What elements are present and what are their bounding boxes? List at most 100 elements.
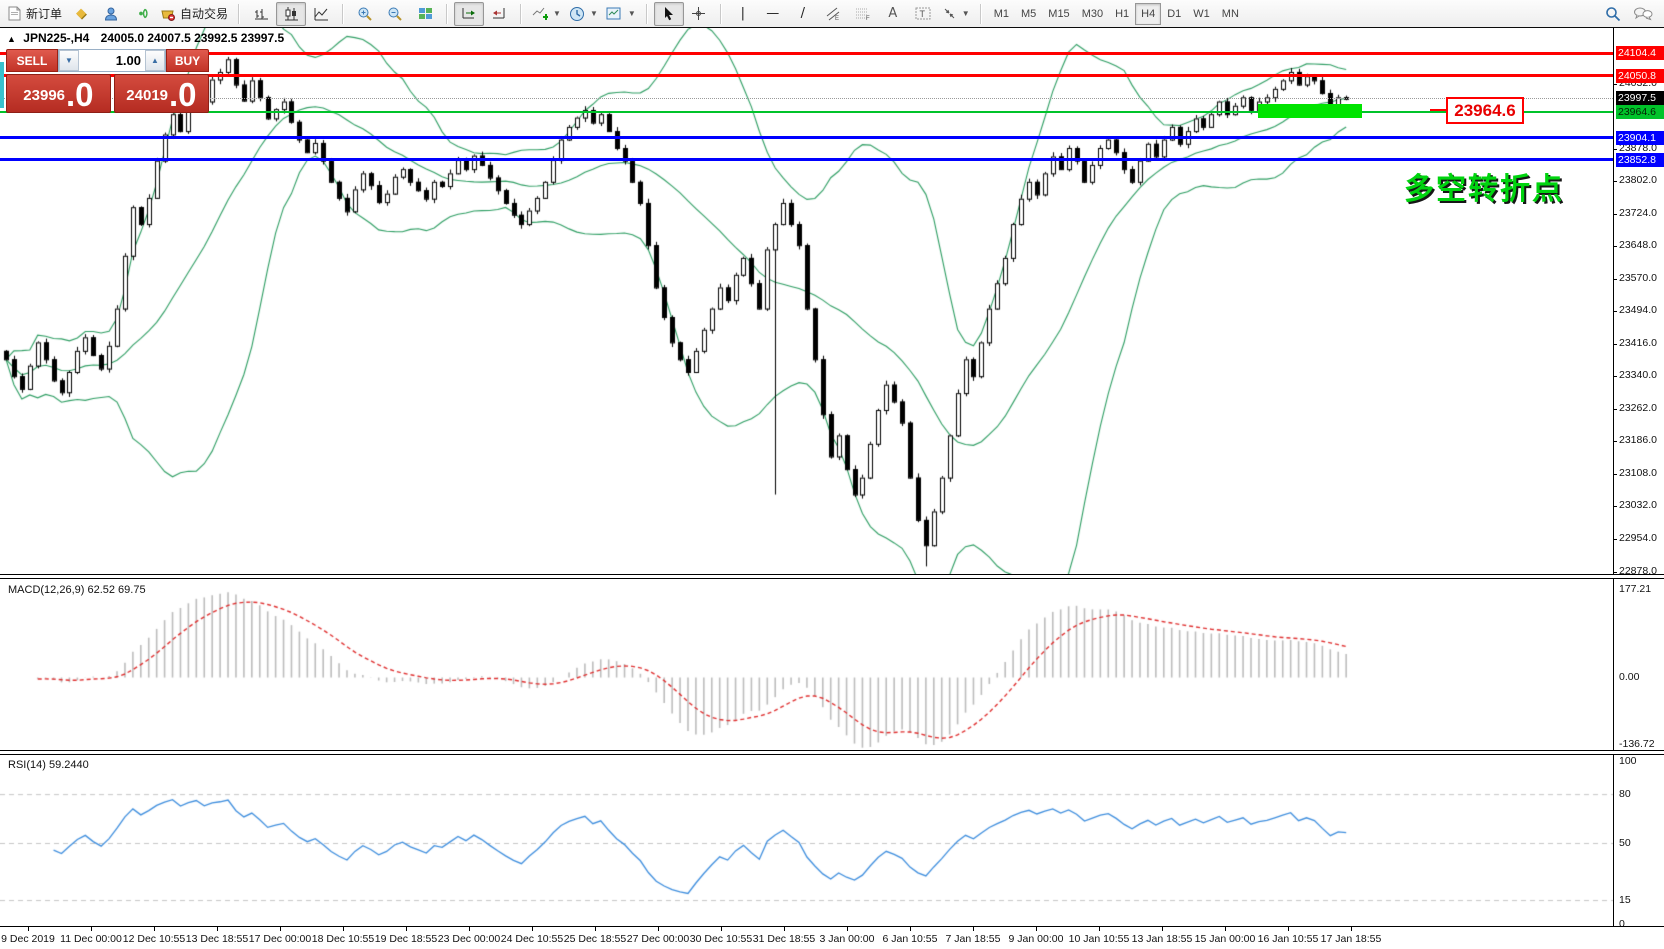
periods-button[interactable]: ▼ [565, 2, 602, 26]
clock-icon [569, 6, 585, 22]
chat-button[interactable] [1628, 2, 1658, 26]
price-axis-tick: 23570.0 [1619, 272, 1657, 284]
timeframe-mn[interactable]: MN [1216, 3, 1245, 25]
buy-button[interactable]: BUY [166, 49, 209, 72]
time-axis-label: 12 Dec 10:55 [123, 933, 185, 945]
timeframe-h1[interactable]: H1 [1109, 3, 1135, 25]
bar-chart-button[interactable] [246, 2, 276, 26]
community-button[interactable] [96, 2, 126, 26]
horizontal-line-button[interactable]: — [758, 2, 788, 26]
candlestick-chart-icon [284, 6, 299, 21]
trendline-button[interactable]: / [788, 2, 818, 26]
rsi-axis-tick: 100 [1619, 755, 1637, 767]
price-axis-line-label: 23852.8 [1616, 153, 1664, 167]
metaeditor-button[interactable]: ◆ [66, 2, 96, 26]
timeframe-m30[interactable]: M30 [1076, 3, 1109, 25]
search-icon [1605, 6, 1621, 22]
timeframe-w1[interactable]: W1 [1187, 3, 1216, 25]
tick-mark [658, 927, 659, 931]
text-button[interactable]: A [878, 2, 908, 26]
text-label-button[interactable]: T [908, 2, 938, 26]
volume-increase-button[interactable]: ▲ [145, 50, 165, 71]
price-axis-tick: 23340.0 [1619, 369, 1657, 381]
price-chart-canvas[interactable] [0, 28, 1613, 574]
horizontal-line-object[interactable] [0, 158, 1613, 161]
vertical-line-button[interactable]: | [728, 2, 758, 26]
indicators-button[interactable]: ▼ [528, 2, 565, 26]
highlight-rectangle[interactable] [1258, 104, 1362, 118]
timeframe-m15[interactable]: M15 [1042, 3, 1075, 25]
price-axis-tick: 23186.0 [1619, 434, 1657, 446]
macd-axis-tick: -136.72 [1619, 738, 1655, 750]
new-order-button[interactable]: 新订单 [3, 2, 66, 26]
tick-mark [28, 927, 29, 931]
price-axis-tick: 23032.0 [1619, 499, 1657, 511]
chart-shift-icon [491, 6, 507, 21]
channel-icon: E [825, 6, 841, 21]
rsi-axis-tick: 15 [1619, 894, 1631, 906]
horizontal-line-object[interactable] [0, 74, 1613, 77]
autotrading-button[interactable]: 自动交易 [156, 2, 232, 26]
chart-shift-button[interactable] [484, 2, 514, 26]
cursor-button[interactable] [654, 2, 684, 26]
svg-text:E: E [835, 16, 839, 21]
indicators-icon [532, 6, 548, 21]
fibonacci-button[interactable]: F [848, 2, 878, 26]
zoom-out-button[interactable] [380, 2, 410, 26]
price-axis-line-label: 23904.1 [1616, 131, 1664, 145]
search-button[interactable] [1598, 2, 1628, 26]
tick-mark [1351, 927, 1352, 931]
horizontal-line-object[interactable] [0, 98, 1613, 99]
price-axis-border [1613, 28, 1614, 926]
sell-button[interactable]: SELL [6, 49, 58, 72]
templates-button[interactable]: ▼ [602, 2, 640, 26]
horizontal-line-object[interactable] [0, 136, 1613, 139]
time-axis[interactable]: 9 Dec 201911 Dec 00:0012 Dec 10:5513 Dec… [0, 926, 1664, 949]
panel-separator[interactable] [0, 574, 1664, 579]
horizontal-line-object[interactable] [0, 111, 1613, 113]
time-axis-label: 13 Jan 18:55 [1132, 933, 1193, 945]
tile-windows-button[interactable] [410, 2, 440, 26]
channel-button[interactable]: E [818, 2, 848, 26]
time-axis-label: 17 Jan 18:55 [1321, 933, 1382, 945]
line-chart-button[interactable] [306, 2, 336, 26]
toolbar-separator [238, 4, 240, 24]
arrows-button[interactable]: ▼ [938, 2, 974, 26]
tick-mark [847, 927, 848, 931]
crosshair-button[interactable] [684, 2, 714, 26]
sell-price-display[interactable]: 23996 .0 [6, 74, 111, 113]
bar-chart-icon [254, 6, 269, 21]
toolbar-separator [720, 4, 722, 24]
callout-pointer [1430, 109, 1446, 111]
new-order-label: 新订单 [26, 5, 62, 22]
rsi-canvas[interactable] [0, 755, 1613, 926]
tick-mark [721, 927, 722, 931]
buy-price-display[interactable]: 24019 .0 [114, 74, 209, 113]
macd-canvas[interactable] [0, 580, 1613, 750]
panel-separator[interactable] [0, 750, 1664, 755]
tick-mark [154, 927, 155, 931]
chinese-annotation-text[interactable]: 多空转折点 [1404, 164, 1564, 208]
time-axis-label: 16 Jan 10:55 [1258, 933, 1319, 945]
toolbar-separator [446, 4, 448, 24]
horizontal-line-object[interactable] [0, 52, 1613, 55]
chevron-down-icon: ▼ [590, 9, 598, 18]
candlestick-chart-button[interactable] [276, 2, 306, 26]
zoom-in-button[interactable] [350, 2, 380, 26]
time-axis-label: 24 Dec 10:55 [501, 933, 563, 945]
timeframe-h4[interactable]: H4 [1135, 3, 1161, 25]
tick-mark [784, 927, 785, 931]
volume-decrease-button[interactable]: ▼ [59, 50, 79, 71]
timeframe-m1[interactable]: M1 [988, 3, 1015, 25]
price-callout-label[interactable]: 23964.6 [1446, 97, 1524, 124]
timeframe-toolbar: M1 M5 M15 M30 H1 H4 D1 W1 MN [985, 3, 1248, 25]
timeframe-d1[interactable]: D1 [1161, 3, 1187, 25]
autoscroll-button[interactable] [454, 2, 484, 26]
timeframe-m5[interactable]: M5 [1015, 3, 1042, 25]
signals-button[interactable] [126, 2, 156, 26]
volume-input[interactable] [79, 50, 145, 71]
price-axis-tick: 22954.0 [1619, 532, 1657, 544]
price-axis-line-label: 24104.4 [1616, 46, 1664, 60]
panel-collapse-handle[interactable] [0, 62, 4, 108]
time-axis-label: 15 Jan 00:00 [1195, 933, 1256, 945]
